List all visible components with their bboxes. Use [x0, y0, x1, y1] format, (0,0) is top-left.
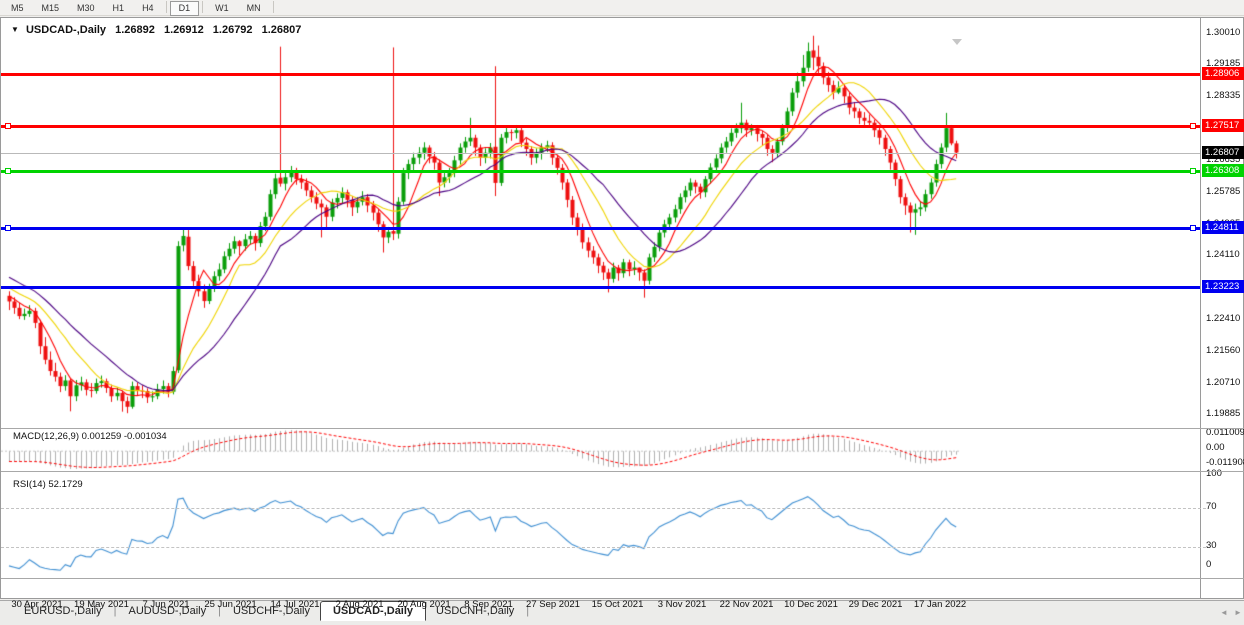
line-anchor-handle[interactable]	[1190, 225, 1196, 231]
price-line-label: 1.28906	[1202, 67, 1244, 80]
date-tick-label: 19 May 2021	[74, 599, 129, 610]
line-anchor-handle[interactable]	[5, 168, 11, 174]
date-tick-label: 30 Apr 2021	[11, 599, 62, 610]
price-tick-label: 1.21560	[1206, 345, 1244, 356]
tab-scroll-right-icon[interactable]: ►	[1234, 608, 1242, 617]
rsi-scale-label: 70	[1206, 501, 1244, 512]
date-tick-label: 15 Oct 2021	[592, 599, 644, 610]
chart-title: USDCAD-,Daily	[26, 24, 106, 36]
line-anchor-handle[interactable]	[5, 123, 11, 129]
price-tick-label: 1.20710	[1206, 377, 1244, 388]
horizontal-line-1.28906[interactable]	[1, 73, 1200, 76]
quote-open: 1.26892	[115, 24, 155, 36]
date-tick-label: 7 Jun 2021	[142, 599, 189, 610]
price-line-label: 1.26308	[1202, 164, 1244, 177]
toolbar-separator	[166, 1, 167, 13]
quote-close: 1.26807	[262, 24, 302, 36]
current-price-line	[1, 153, 1200, 154]
price-tick-label: 1.25785	[1206, 186, 1244, 197]
timeframe-button-mn[interactable]: MN	[238, 1, 270, 16]
tab-scroll-left-icon[interactable]: ◄	[1220, 608, 1228, 617]
current-price-label: 1.26807	[1202, 146, 1244, 159]
timeframe-button-w1[interactable]: W1	[206, 1, 238, 16]
timeframe-button-d1[interactable]: D1	[170, 1, 200, 16]
toolbar-separator	[202, 1, 203, 13]
rsi-label: RSI(14) 52.1729	[13, 479, 83, 490]
date-tick-label: 25 Jun 2021	[204, 599, 256, 610]
timeframe-button-m5[interactable]: M5	[2, 1, 33, 16]
horizontal-line-1.23223[interactable]	[1, 286, 1200, 289]
date-tick-label: 22 Nov 2021	[720, 599, 774, 610]
date-tick-label: 17 Jan 2022	[914, 599, 966, 610]
timeframe-button-h4[interactable]: H4	[133, 1, 163, 16]
quote-high: 1.26912	[164, 24, 204, 36]
price-tick-label: 1.22410	[1206, 313, 1244, 324]
macd-label: MACD(12,26,9) 0.001259 -0.001034	[13, 431, 167, 442]
rsi-level-line	[1, 547, 1206, 548]
date-tick-label: 29 Dec 2021	[849, 599, 903, 610]
line-anchor-handle[interactable]	[1190, 123, 1196, 129]
price-tick-label: 1.24110	[1206, 249, 1244, 260]
timeframe-button-m30[interactable]: M30	[68, 1, 104, 16]
price-tick-label: 1.30010	[1206, 27, 1244, 38]
timeframe-button-m15[interactable]: M15	[33, 1, 69, 16]
price-chart-canvas[interactable]	[1, 18, 1200, 598]
price-line-label: 1.27517	[1202, 119, 1244, 132]
rsi-scale-label: 100	[1206, 468, 1244, 479]
panel-separator-macd[interactable]	[1, 428, 1244, 429]
macd-scale-label: -0.011908	[1206, 457, 1244, 468]
date-tick-label: 20 Aug 2021	[397, 599, 450, 610]
macd-scale-label: 0.00	[1206, 442, 1244, 453]
date-tick-label: 14 Jul 2021	[270, 599, 319, 610]
price-tick-label: 1.28335	[1206, 90, 1244, 101]
chart-shift-marker-icon	[952, 39, 962, 45]
time-scale-separator	[1, 578, 1244, 579]
line-anchor-handle[interactable]	[1190, 168, 1196, 174]
price-tick-label: 1.19885	[1206, 408, 1244, 419]
rsi-level-line	[1, 508, 1206, 509]
rsi-scale-label: 30	[1206, 540, 1244, 551]
price-scale-border	[1200, 18, 1201, 598]
rsi-scale-label: 0	[1206, 559, 1244, 570]
line-anchor-handle[interactable]	[5, 225, 11, 231]
dropdown-triangle-icon: ▼	[11, 25, 19, 34]
chart-window: ▼ USDCAD-,Daily 1.26892 1.26912 1.26792 …	[0, 17, 1244, 599]
timeframe-button-h1[interactable]: H1	[104, 1, 134, 16]
timeframe-toolbar: M5M15M30H1H4 D1 W1MN	[0, 0, 1244, 16]
panel-separator-rsi[interactable]	[1, 471, 1244, 472]
date-tick-label: 8 Sep 2021	[464, 599, 513, 610]
date-tick-label: 10 Dec 2021	[784, 599, 838, 610]
toolbar-separator	[273, 1, 274, 13]
price-line-label: 1.24811	[1202, 221, 1244, 234]
horizontal-line-1.24811[interactable]	[1, 227, 1200, 230]
date-tick-label: 3 Nov 2021	[658, 599, 707, 610]
quote-low: 1.26792	[213, 24, 253, 36]
horizontal-line-1.26308[interactable]	[1, 170, 1200, 173]
chart-title-row: ▼ USDCAD-,Daily 1.26892 1.26912 1.26792 …	[11, 24, 301, 36]
price-line-label: 1.23223	[1202, 280, 1244, 293]
horizontal-line-1.27517[interactable]	[1, 125, 1200, 128]
date-tick-label: 27 Sep 2021	[526, 599, 580, 610]
date-tick-label: 2 Aug 2021	[335, 599, 383, 610]
